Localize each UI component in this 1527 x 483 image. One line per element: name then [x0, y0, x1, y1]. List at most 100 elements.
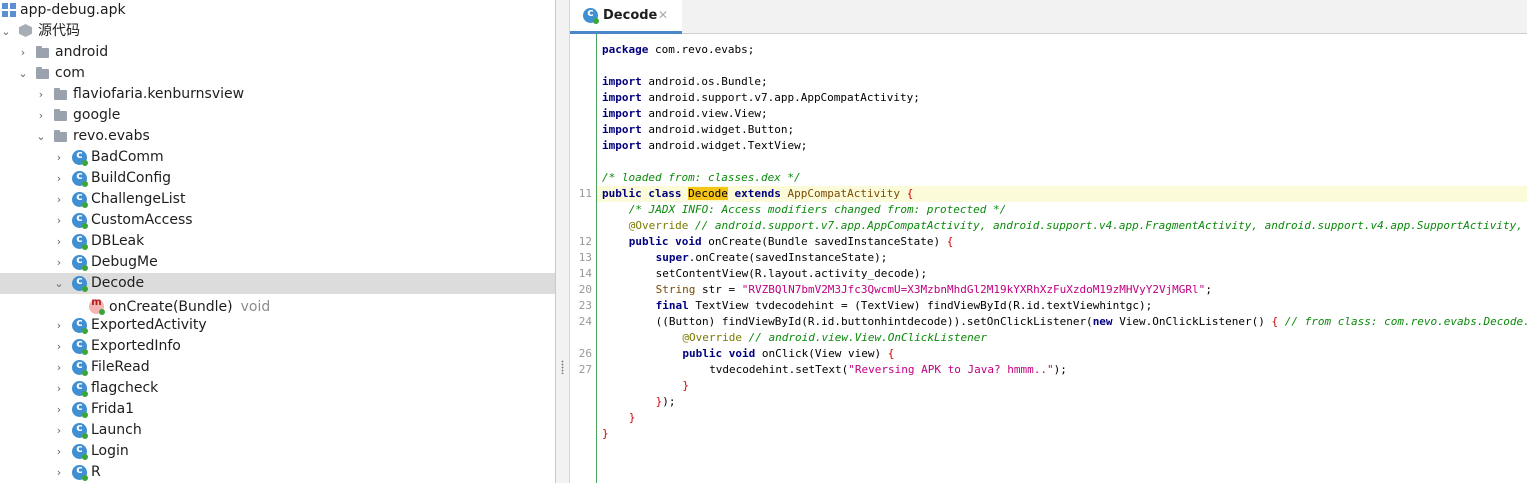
code-token: onClick(View view) — [761, 347, 882, 360]
chevron-down-icon[interactable]: ⌄ — [0, 21, 12, 42]
code-token: { — [1271, 315, 1279, 328]
class-icon — [72, 253, 88, 271]
code-line: import android.widget.TextView; — [597, 138, 1527, 154]
code-line: } — [597, 426, 1527, 442]
code-token: setContentView(R.layout.activity_decode)… — [655, 267, 928, 280]
chevron-right-icon[interactable]: › — [35, 105, 47, 126]
tree-row-class[interactable]: › R — [0, 462, 555, 483]
tree-row-class[interactable]: › DBLeak — [0, 231, 555, 252]
tree-row-label: 源代码 — [38, 23, 80, 39]
code-token: android.widget.TextView; — [648, 139, 808, 152]
tab-title: Decode — [603, 8, 658, 23]
line-number: 24 — [578, 315, 592, 328]
chevron-right-icon[interactable]: › — [53, 420, 65, 441]
code-token: /* JADX INFO: Access modifiers changed f… — [628, 203, 1007, 216]
code-line: } — [597, 410, 1527, 426]
tree-row-source[interactable]: ⌄ 源代码 — [0, 21, 555, 42]
tree-row-class[interactable]: › BuildConfig — [0, 168, 555, 189]
code-area[interactable]: package com.revo.evabs; import android.os… — [597, 34, 1527, 483]
drag-handle-icon[interactable] — [561, 360, 564, 374]
tree-row-class[interactable]: › ExportedActivity — [0, 315, 555, 336]
code-line: package com.revo.evabs; — [597, 42, 1527, 58]
chevron-right-icon[interactable]: › — [53, 147, 65, 168]
tree-row-android[interactable]: › android — [0, 42, 555, 63]
line-number: 14 — [578, 267, 592, 280]
tree-row-class[interactable]: › DebugMe — [0, 252, 555, 273]
tree-row-label: BuildConfig — [91, 170, 172, 186]
code-token: final — [655, 299, 689, 312]
chevron-right-icon[interactable]: › — [53, 210, 65, 231]
code-token: import — [602, 75, 642, 88]
chevron-right-icon[interactable]: › — [53, 189, 65, 210]
chevron-right-icon[interactable]: › — [53, 231, 65, 252]
tree-row-class[interactable]: › CustomAccess — [0, 210, 555, 231]
chevron-right-icon[interactable]: › — [53, 315, 65, 336]
tree-row-class[interactable]: › Login — [0, 441, 555, 462]
chevron-right-icon[interactable]: › — [35, 84, 47, 105]
tree-row-label: app-debug.apk — [20, 2, 126, 18]
code-token: @Override — [628, 219, 689, 232]
code-token: str = — [701, 283, 736, 296]
tab-decode[interactable]: Decode ✕ — [570, 0, 682, 34]
code-token: AppCompatActivity — [787, 187, 901, 200]
code-token: com.revo.evabs; — [654, 43, 755, 56]
source-icon — [19, 24, 34, 39]
code-token: android.os.Bundle; — [648, 75, 768, 88]
code-token: } — [602, 427, 609, 440]
code-line: }); — [597, 394, 1527, 410]
tree-row-label: flagcheck — [91, 380, 159, 396]
code-line: tvdecodehint.setText("Reversing APK to J… — [597, 362, 1527, 378]
class-icon — [72, 211, 88, 229]
tree-row-label: google — [73, 107, 121, 123]
chevron-down-icon[interactable]: ⌄ — [17, 63, 29, 84]
code-token: ); — [1053, 363, 1067, 376]
tree-row-class-selected[interactable]: ⌄ Decode — [0, 273, 555, 294]
code-line: public class Decode extends AppCompatAct… — [597, 186, 1527, 202]
tree-row-class[interactable]: › FileRead — [0, 357, 555, 378]
class-icon — [72, 400, 88, 418]
tree-row-revo-evabs[interactable]: ⌄ revo.evabs — [0, 126, 555, 147]
tree-row-label: Launch — [91, 422, 142, 438]
code-line: import android.view.View; — [597, 106, 1527, 122]
tree-row-google[interactable]: › google — [0, 105, 555, 126]
tree-row-kenburnsview[interactable]: › flaviofaria.kenburnsview — [0, 84, 555, 105]
code-token: { — [906, 187, 914, 200]
tree-row-class[interactable]: › Launch — [0, 420, 555, 441]
tree-row-label: Frida1 — [91, 401, 135, 417]
chevron-right-icon[interactable]: › — [17, 42, 29, 63]
code-token: android.view.View; — [648, 107, 768, 120]
chevron-right-icon[interactable]: › — [53, 441, 65, 462]
tree-row-apk[interactable]: app-debug.apk — [0, 0, 555, 21]
chevron-right-icon[interactable]: › — [53, 252, 65, 273]
code-line: } — [597, 378, 1527, 394]
tree-row-class[interactable]: › flagcheck — [0, 378, 555, 399]
chevron-down-icon[interactable]: ⌄ — [35, 126, 47, 147]
chevron-right-icon[interactable]: › — [53, 357, 65, 378]
close-icon[interactable]: ✕ — [658, 0, 668, 31]
code-token: public void — [682, 347, 756, 360]
class-icon — [72, 169, 88, 187]
tree-row-label: BadComm — [91, 149, 164, 165]
code-line: /* JADX INFO: Access modifiers changed f… — [597, 202, 1527, 218]
code-token: extends — [734, 187, 781, 200]
tree-row-class[interactable]: › Frida1 — [0, 399, 555, 420]
line-number: 26 — [578, 347, 592, 360]
chevron-down-icon[interactable]: ⌄ — [53, 273, 65, 294]
tree-row-class[interactable]: › ChallengeList — [0, 189, 555, 210]
chevron-right-icon[interactable]: › — [53, 462, 65, 483]
tree-row-class[interactable]: › BadComm — [0, 147, 555, 168]
code-token: public void — [628, 235, 702, 248]
chevron-right-icon[interactable]: › — [53, 168, 65, 189]
tree-row-com[interactable]: ⌄ com — [0, 63, 555, 84]
chevron-right-icon[interactable]: › — [53, 378, 65, 399]
code-token: { — [887, 347, 895, 360]
chevron-right-icon[interactable]: › — [53, 336, 65, 357]
code-token: { — [946, 235, 954, 248]
tree-row-class[interactable]: › ExportedInfo — [0, 336, 555, 357]
tree-row-label: DBLeak — [91, 233, 145, 249]
code-token: @Override — [682, 331, 742, 344]
code-line: final TextView tvdecodehint = (TextView)… — [597, 298, 1527, 314]
panel-splitter[interactable] — [555, 0, 570, 483]
line-number-gutter: 11 12 13 14 20 23 24 26 27 — [570, 34, 597, 483]
chevron-right-icon[interactable]: › — [53, 399, 65, 420]
